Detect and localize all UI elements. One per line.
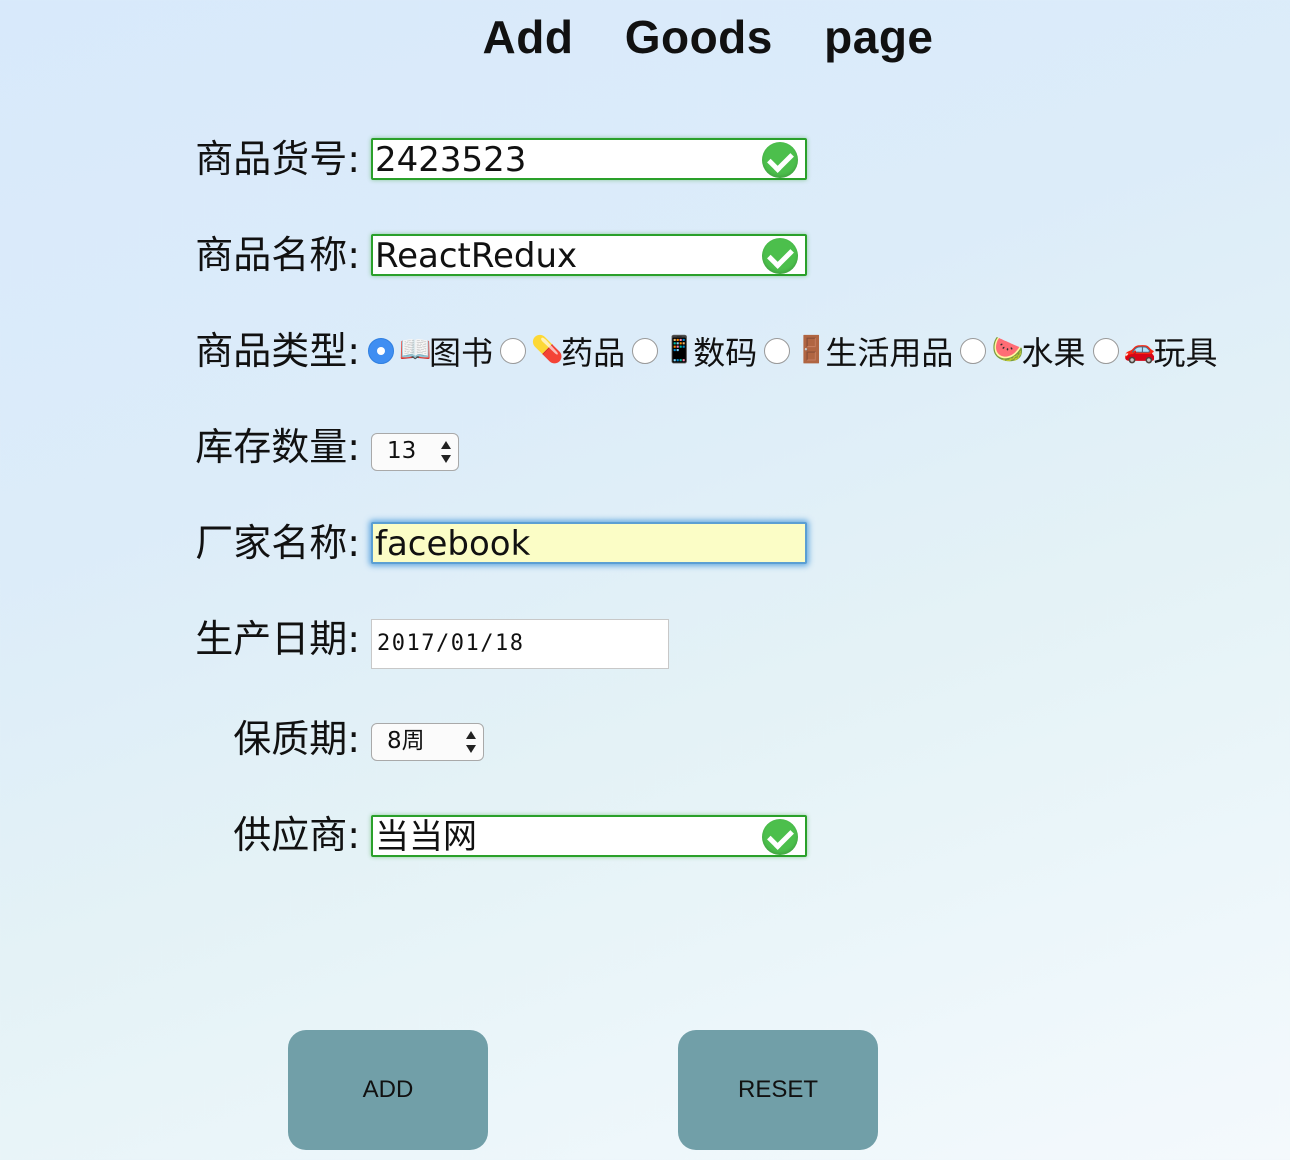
stepper-down-icon[interactable] [441,455,451,463]
radio-fruit[interactable] [960,338,987,364]
radio-daily[interactable] [764,338,791,364]
goods-type-option-label: 水果 [1021,334,1086,372]
stock-quantity-value[interactable]: 13 [387,434,416,469]
goods-type-label: 商品类型: [195,329,360,373]
goods-type-option-books[interactable]: 📖图书 [366,328,493,378]
supplier-label: 供应商: [233,813,360,857]
goods-no-value[interactable]: 2423523 [375,140,526,180]
goods-name-label: 商品名称: [195,233,360,277]
radio-medicine[interactable] [500,338,527,364]
manufacturer-row: 厂家名称: [0,518,360,568]
goods-type-option-label: 生活用品 [825,334,954,372]
stock-quantity-label: 库存数量: [195,425,360,469]
select-arrows-icon[interactable] [465,731,477,753]
radio-books[interactable] [368,338,394,364]
supplier-input[interactable]: 当当网 [371,815,807,857]
goods-type-option-medicine[interactable]: 💊药品 [498,328,625,378]
goods-type-option-label: 玩具 [1153,334,1218,372]
book-icon: 📖 [399,335,432,365]
pill-icon: 💊 [531,335,564,365]
goods-type-option-label: 药品 [561,334,626,372]
goods-name-input[interactable]: ReactRedux [371,234,807,276]
goods-name-row: 商品名称: [0,230,360,280]
production-date-label: 生产日期: [195,617,360,661]
stock-quantity-row: 库存数量: [0,422,360,472]
goods-type-option-daily[interactable]: 🚪生活用品 [762,328,953,378]
goods-type-option-fruit[interactable]: 🍉水果 [958,328,1085,378]
stepper-up-icon[interactable] [441,441,451,449]
phone-icon: 📱 [663,335,696,365]
goods-no-row: 商品货号: [0,134,360,184]
supplier-row: 供应商: [0,810,360,860]
manufacturer-label: 厂家名称: [195,521,360,565]
goods-type-option-digital[interactable]: 📱数码 [630,328,757,378]
supplier-value[interactable]: 当当网 [375,817,477,857]
goods-type-option-toys[interactable]: 🚗玩具 [1091,328,1218,378]
shelf-life-select[interactable]: 8周 [371,723,484,761]
select-up-icon [466,731,476,739]
radio-toys[interactable] [1092,338,1119,364]
goods-type-option-label: 数码 [693,334,758,372]
goods-no-label: 商品货号: [195,137,360,181]
stepper-arrows-icon[interactable] [440,441,452,463]
valid-check-icon [762,238,798,274]
shelf-life-row: 保质期: [0,714,360,764]
goods-no-input[interactable]: 2423523 [371,138,807,180]
valid-check-icon [762,819,798,855]
production-date-input[interactable]: 2017/01/18 [371,619,669,669]
page-title: Add Goods page [482,11,934,63]
valid-check-icon [762,142,798,178]
reset-button[interactable]: RESET [678,1030,878,1150]
goods-type-row: 商品类型: [0,326,360,376]
manufacturer-value[interactable]: facebook [375,524,530,564]
add-button[interactable]: ADD [288,1030,488,1150]
select-down-icon [466,745,476,753]
shelf-life-label: 保质期: [233,717,360,761]
goods-type-option-label: 图书 [429,334,494,372]
production-date-value[interactable]: 2017/01/18 [377,620,524,668]
goods-name-value[interactable]: ReactRedux [375,236,577,276]
goods-type-radio-group: 📖图书 💊药品 📱数码 🚪生活用品 🍉水果 🚗玩具 [366,328,1218,378]
watermelon-icon: 🍉 [991,335,1024,365]
radio-digital[interactable] [632,338,659,364]
shelf-life-value[interactable]: 8周 [387,724,425,759]
stock-quantity-stepper[interactable]: 13 [371,433,459,471]
car-icon: 🚗 [1123,335,1156,365]
production-date-row: 生产日期: [0,614,360,664]
door-icon: 🚪 [795,335,828,365]
manufacturer-input[interactable]: facebook [371,522,807,564]
